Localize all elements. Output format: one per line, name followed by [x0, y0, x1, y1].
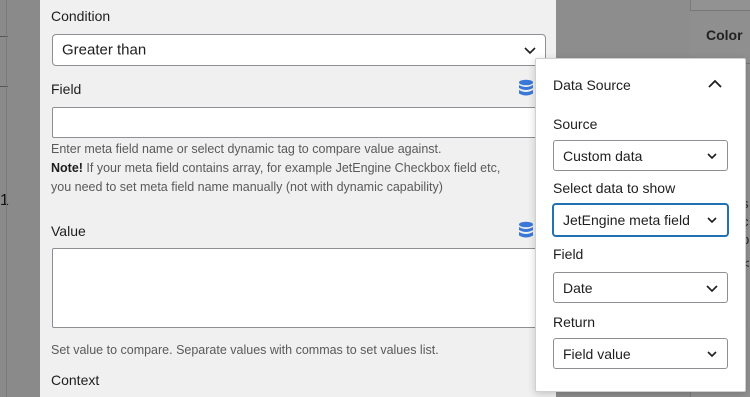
note-text: If your meta field contains array, for e… [82, 161, 501, 175]
table-header-color: Color [706, 27, 743, 43]
chevron-down-icon [707, 350, 717, 357]
field-help-note: Note! If your meta field contains array,… [51, 159, 546, 178]
field-label: Field [51, 81, 82, 97]
return-label: Return [553, 314, 596, 330]
return-select[interactable]: Field value [553, 338, 728, 369]
condition-select[interactable]: Greater than [52, 34, 546, 66]
database-icon[interactable] [518, 79, 534, 97]
field-help-text: Enter meta field name or select dynamic … [51, 140, 546, 197]
chevron-down-icon [524, 47, 536, 55]
background-text-fragment: 1 [0, 192, 9, 209]
select-data-select[interactable]: JetEngine meta field [553, 204, 728, 236]
condition-label: Condition [51, 8, 111, 24]
context-label: Context [51, 372, 100, 388]
chevron-up-icon[interactable] [706, 77, 724, 91]
value-help-text: Set value to compare. Separate values wi… [51, 343, 439, 357]
database-icon[interactable] [518, 221, 534, 239]
source-select[interactable]: Custom data [553, 140, 728, 171]
value-textarea[interactable] [52, 248, 546, 328]
divider [6, 0, 7, 397]
value-label: Value [51, 223, 86, 239]
select-data-selected-value: JetEngine meta field [563, 212, 690, 228]
field-help-line: Enter meta field name or select dynamic … [51, 142, 442, 156]
note-bold-label: Note! [51, 161, 83, 175]
background-table-header: Color [690, 10, 750, 64]
source-label: Source [553, 116, 598, 132]
select-data-label: Select data to show [553, 180, 676, 196]
field-help-line: you need to set meta field name manually… [51, 180, 443, 194]
data-source-title: Data Source [553, 77, 631, 93]
source-selected-value: Custom data [563, 147, 643, 164]
field-source-label: Field [553, 246, 584, 262]
field-input[interactable] [52, 107, 546, 138]
condition-selected-value: Greater than [62, 41, 147, 59]
field-source-selected-value: Date [563, 279, 593, 296]
data-source-popover: Data Source Source Custom data Select da… [535, 58, 746, 392]
condition-settings-panel: Condition Greater than Field Enter meta … [40, 0, 556, 397]
chevron-down-icon [707, 217, 717, 224]
field-source-select[interactable]: Date [553, 272, 728, 303]
chevron-down-icon [707, 152, 717, 159]
return-selected-value: Field value [563, 345, 631, 362]
chevron-down-icon [706, 284, 718, 292]
